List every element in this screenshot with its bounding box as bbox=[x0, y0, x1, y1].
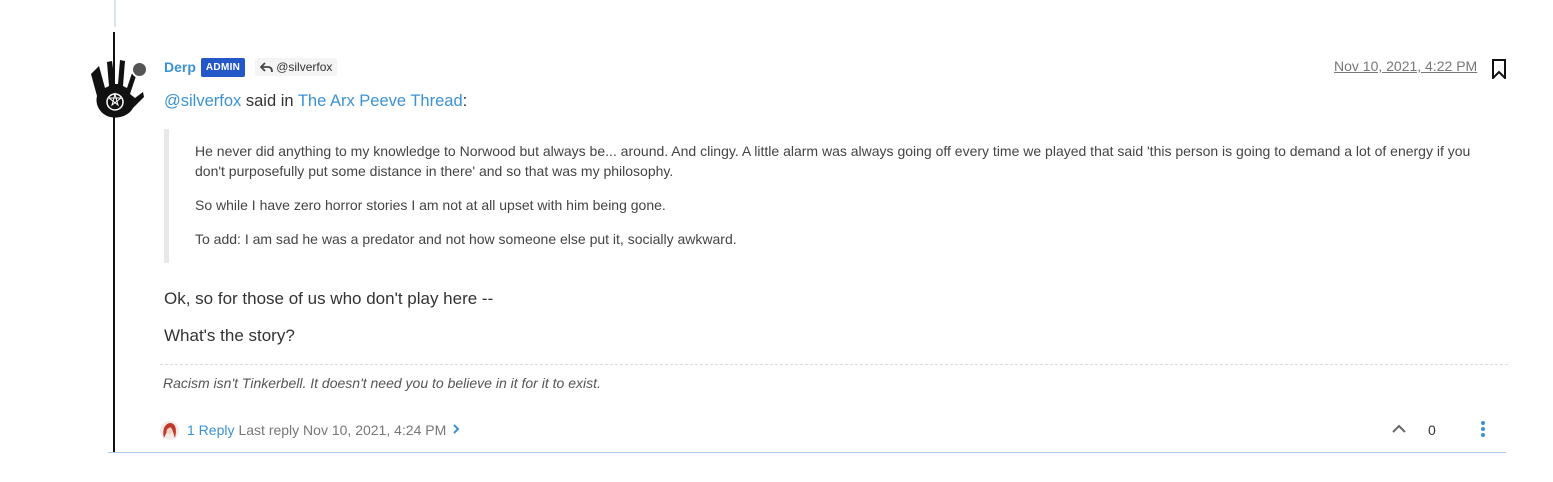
reply-to-link[interactable]: @silverfox bbox=[255, 58, 338, 76]
upvote-button[interactable] bbox=[1391, 421, 1407, 442]
chevron-up-icon bbox=[1392, 424, 1406, 433]
reply-arrow-icon bbox=[260, 61, 274, 72]
post-footer: 1 Reply Last reply Nov 10, 2021, 4:24 PM bbox=[160, 420, 460, 440]
last-reply-text[interactable]: Last reply Nov 10, 2021, 4:24 PM bbox=[238, 422, 446, 438]
quote-paragraph: He never did anything to my knowledge to… bbox=[195, 143, 1471, 179]
reply-to-user: @silverfox bbox=[276, 60, 333, 74]
chevron-right-icon bbox=[453, 424, 460, 434]
expand-replies-button[interactable] bbox=[452, 422, 460, 438]
bookmark-button[interactable] bbox=[1491, 59, 1507, 84]
post-header: Derp ADMIN @silverfox bbox=[164, 57, 338, 77]
author-name[interactable]: Derp bbox=[164, 59, 196, 75]
quote-paragraph: To add: I am sad he was a predator and n… bbox=[195, 231, 737, 247]
replier-avatar[interactable] bbox=[160, 420, 179, 440]
user-signature: Racism isn't Tinkerbell. It doesn't need… bbox=[163, 375, 601, 391]
post-bottom-border bbox=[108, 452, 1506, 453]
post-body: Ok, so for those of us who don't play he… bbox=[164, 289, 493, 363]
admin-badge[interactable]: ADMIN bbox=[200, 57, 246, 77]
post-menu-button[interactable] bbox=[1479, 420, 1487, 443]
reply-count-link[interactable]: 1 Reply bbox=[187, 422, 234, 438]
vote-count[interactable]: 0 bbox=[1428, 422, 1436, 438]
kebab-menu-icon bbox=[1481, 421, 1485, 437]
post-timestamp[interactable]: Nov 10, 2021, 4:22 PM bbox=[1334, 58, 1477, 74]
said-in-text: said in bbox=[241, 92, 298, 110]
mention-link[interactable]: @silverfox bbox=[164, 92, 241, 110]
red-hair-avatar-icon bbox=[160, 420, 179, 440]
thread-link[interactable]: The Arx Peeve Thread bbox=[298, 92, 463, 110]
body-paragraph: What's the story? bbox=[164, 326, 295, 345]
blockquote: He never did anything to my knowledge to… bbox=[164, 129, 1504, 263]
thread-connector-top bbox=[114, 0, 116, 27]
colon-text: : bbox=[462, 92, 468, 110]
body-paragraph: Ok, so for those of us who don't play he… bbox=[164, 289, 494, 308]
status-indicator bbox=[131, 61, 148, 78]
bookmark-icon bbox=[1492, 59, 1506, 81]
quote-attribution: @silverfox said in The Arx Peeve Thread: bbox=[164, 92, 1504, 111]
quote-paragraph: So while I have zero horror stories I am… bbox=[195, 197, 666, 213]
signature-divider bbox=[160, 364, 1508, 365]
